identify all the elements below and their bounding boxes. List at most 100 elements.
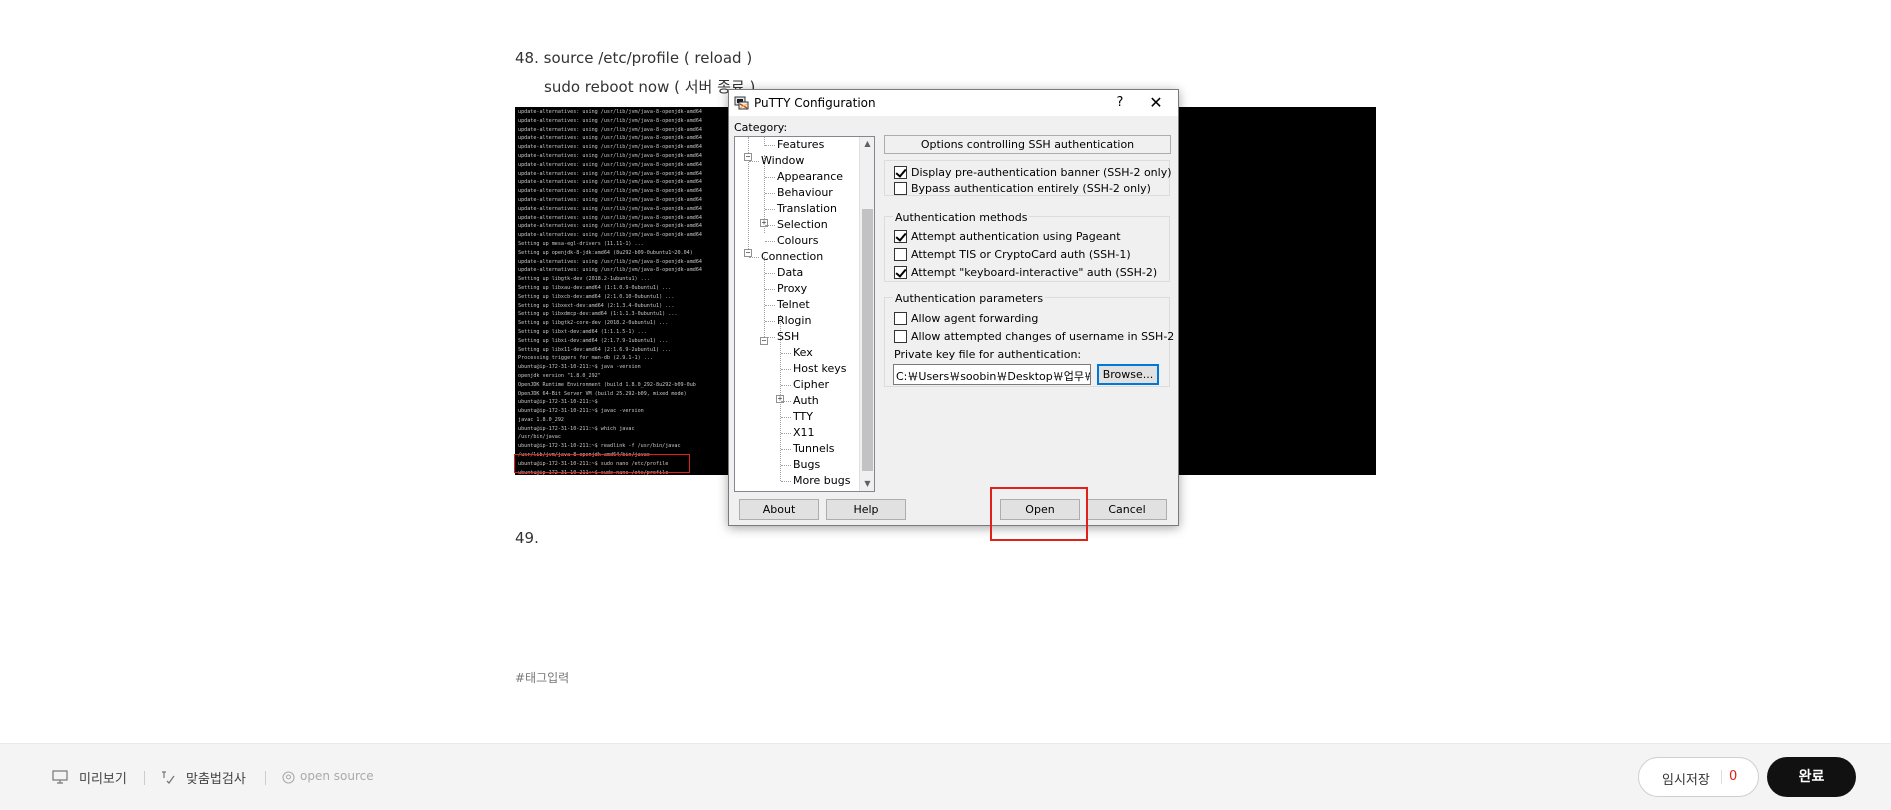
- terminal-line: update-alternatives: using /usr/lib/jvm/…: [518, 258, 703, 265]
- terminal-line: Setting up libxt-dev:amd64 (1:1.1.5-1) .…: [518, 328, 647, 335]
- username-change-checkbox-label: Allow attempted changes of username in S…: [911, 330, 1175, 343]
- agent-forwarding-checkbox-label: Allow agent forwarding: [911, 312, 1039, 325]
- step-49: 49.: [515, 529, 539, 547]
- private-key-label: Private key file for authentication:: [894, 348, 1082, 361]
- tree-item-rlogin[interactable]: Rlogin: [777, 314, 811, 327]
- terminal-line: /usr/bin/javac: [518, 434, 561, 441]
- keyboard-interactive-checkbox[interactable]: [894, 266, 907, 279]
- tree-item-host-keys[interactable]: Host keys: [793, 362, 847, 375]
- cancel-button[interactable]: Cancel: [1087, 499, 1167, 520]
- tree-item-x11[interactable]: X11: [793, 426, 815, 439]
- tag-input[interactable]: #태그입력: [515, 669, 569, 686]
- terminal-line: update-alternatives: using /usr/lib/jvm/…: [518, 232, 703, 239]
- scroll-down-icon[interactable]: ▼: [863, 479, 872, 488]
- dialog-title: PuTTY Configuration: [754, 96, 876, 110]
- tree-item-cipher[interactable]: Cipher: [793, 378, 829, 391]
- category-tree[interactable]: − + − − + ▲ ▼ Features Window Appearance Be…: [734, 136, 875, 492]
- done-button[interactable]: 완료: [1767, 757, 1856, 797]
- panel-header: Options controlling SSH authentication: [884, 135, 1171, 154]
- terminal-output: update-alternatives: using /usr/lib/jvm/…: [518, 108, 758, 475]
- terminal-line: Setting up mesa-egl-drivers (11.11-1) ..…: [518, 240, 644, 247]
- terminal-line: update-alternatives: using /usr/lib/jvm/…: [518, 196, 703, 203]
- terminal-line: OpenJDK Runtime Environment (build 1.8.0…: [518, 381, 696, 388]
- tree-item-features[interactable]: Features: [777, 138, 824, 151]
- preview-button[interactable]: 미리보기: [79, 768, 127, 787]
- temp-save-button[interactable]: 임시저장 0: [1638, 757, 1759, 797]
- keyboard-interactive-checkbox-label: Attempt "keyboard-interactive" auth (SSH…: [911, 266, 1158, 279]
- terminal-line: update-alternatives: using /usr/lib/jvm/…: [518, 135, 703, 142]
- window-collapse-icon[interactable]: −: [744, 153, 752, 161]
- terminal-line: update-alternatives: using /usr/lib/jvm/…: [518, 223, 703, 230]
- terminal-line: update-alternatives: using /usr/lib/jvm/…: [518, 205, 703, 212]
- spellcheck-icon: [162, 771, 175, 785]
- editor-bottom-bar: 미리보기 맞춤법검사 open source 임시저장 0 완료: [0, 743, 1891, 810]
- terminal-line: update-alternatives: using /usr/lib/jvm/…: [518, 144, 703, 151]
- terminal-line: Setting up libxdmcp-dev:amd64 (1:1.1.3-0…: [518, 311, 678, 318]
- terminal-line: Setting up libxi-dev:amd64 (2:1.7.9-1ubu…: [518, 337, 669, 344]
- terminal-line: OpenJDK 64-Bit Server VM (build 25.292-b…: [518, 390, 687, 397]
- tree-item-translation[interactable]: Translation: [777, 202, 837, 215]
- auth-methods-title: Authentication methods: [893, 211, 1030, 224]
- scroll-up-icon[interactable]: ▲: [863, 139, 872, 148]
- connection-collapse-icon[interactable]: −: [744, 249, 752, 257]
- temp-save-label: 임시저장: [1662, 773, 1710, 788]
- tree-scrollbar[interactable]: ▲ ▼: [859, 137, 874, 491]
- tree-item-bugs[interactable]: Bugs: [793, 458, 820, 471]
- terminal-line: openjdk version "1.8.0_292": [518, 372, 601, 379]
- banner-checkbox-label: Display pre-authentication banner (SSH-2…: [911, 166, 1172, 179]
- tree-item-proxy[interactable]: Proxy: [777, 282, 807, 295]
- tree-item-tty[interactable]: TTY: [793, 410, 813, 423]
- tree-item-tunnels[interactable]: Tunnels: [793, 442, 835, 455]
- putty-config-dialog: PuTTY Configuration ? ✕ Category: − + − …: [728, 89, 1179, 526]
- terminal-line: update-alternatives: using /usr/lib/jvm/…: [518, 117, 703, 124]
- tree-item-selection[interactable]: Selection: [777, 218, 828, 231]
- terminal-line: javac 1.8.0_292: [518, 416, 565, 423]
- temp-save-count: 0: [1729, 769, 1738, 784]
- tree-item-data[interactable]: Data: [777, 266, 803, 279]
- terminal-line: update-alternatives: using /usr/lib/jvm/…: [518, 170, 703, 177]
- dialog-titlebar: PuTTY Configuration ? ✕: [729, 90, 1178, 116]
- terminal-line: Processing triggers for man-db (2.9.1-1)…: [518, 355, 653, 362]
- help-button[interactable]: Help: [826, 499, 906, 520]
- tree-item-behaviour[interactable]: Behaviour: [777, 186, 833, 199]
- tree-item-telnet[interactable]: Telnet: [777, 298, 810, 311]
- banner-checkbox[interactable]: [894, 166, 907, 179]
- pageant-checkbox[interactable]: [894, 230, 907, 243]
- open-source-icon: [282, 771, 295, 784]
- terminal-line: ubuntu@ip-172-31-10-211:~$: [518, 399, 598, 406]
- tree-item-colours[interactable]: Colours: [777, 234, 818, 247]
- terminal-highlight-box: [514, 454, 690, 473]
- help-question-icon[interactable]: ?: [1107, 93, 1133, 113]
- tree-item-ssh[interactable]: SSH: [777, 330, 799, 343]
- tree-item-connection[interactable]: Connection: [761, 250, 823, 263]
- terminal-line: update-alternatives: using /usr/lib/jvm/…: [518, 126, 703, 133]
- bypass-checkbox-label: Bypass authentication entirely (SSH-2 on…: [911, 182, 1151, 195]
- close-icon[interactable]: ✕: [1141, 93, 1171, 113]
- about-button[interactable]: About: [739, 499, 819, 520]
- tree-item-auth[interactable]: Auth: [793, 394, 819, 407]
- open-highlight-box: [990, 487, 1088, 541]
- putty-app-icon: [734, 96, 749, 110]
- private-key-input[interactable]: C:￦Users￦soobin￦Desktop￦업무￦A: [893, 364, 1091, 385]
- terminal-line: Setting up openjdk-8-jdk:amd64 (8u292-b0…: [518, 249, 693, 256]
- bypass-checkbox[interactable]: [894, 182, 907, 195]
- terminal-line: Setting up libxext-dev:amd64 (2:1.3.4-0u…: [518, 302, 675, 309]
- tree-item-appearance[interactable]: Appearance: [777, 170, 843, 183]
- tree-item-kex[interactable]: Kex: [793, 346, 813, 359]
- spellcheck-button[interactable]: 맞춤법검사: [186, 768, 246, 787]
- tree-scroll-thumb[interactable]: [862, 209, 873, 471]
- auth-params-title: Authentication parameters: [893, 292, 1046, 305]
- step-48-line-2: sudo reboot now ( 서버 종료 ): [544, 78, 756, 96]
- step-48-line-1: 48. source /etc/profile ( reload ): [515, 49, 753, 67]
- terminal-line: update-alternatives: using /usr/lib/jvm/…: [518, 214, 703, 221]
- open-source-link[interactable]: open source: [300, 769, 374, 783]
- username-change-checkbox[interactable]: [894, 330, 907, 343]
- tree-item-window[interactable]: Window: [761, 154, 804, 167]
- terminal-line: update-alternatives: using /usr/lib/jvm/…: [518, 152, 703, 159]
- browse-button[interactable]: Browse...: [1097, 364, 1159, 385]
- agent-forwarding-checkbox[interactable]: [894, 312, 907, 325]
- tis-checkbox[interactable]: [894, 248, 907, 261]
- ssh-collapse-icon[interactable]: −: [760, 337, 768, 345]
- terminal-line: update-alternatives: using /usr/lib/jvm/…: [518, 109, 703, 115]
- tree-item-more-bugs[interactable]: More bugs: [793, 474, 850, 487]
